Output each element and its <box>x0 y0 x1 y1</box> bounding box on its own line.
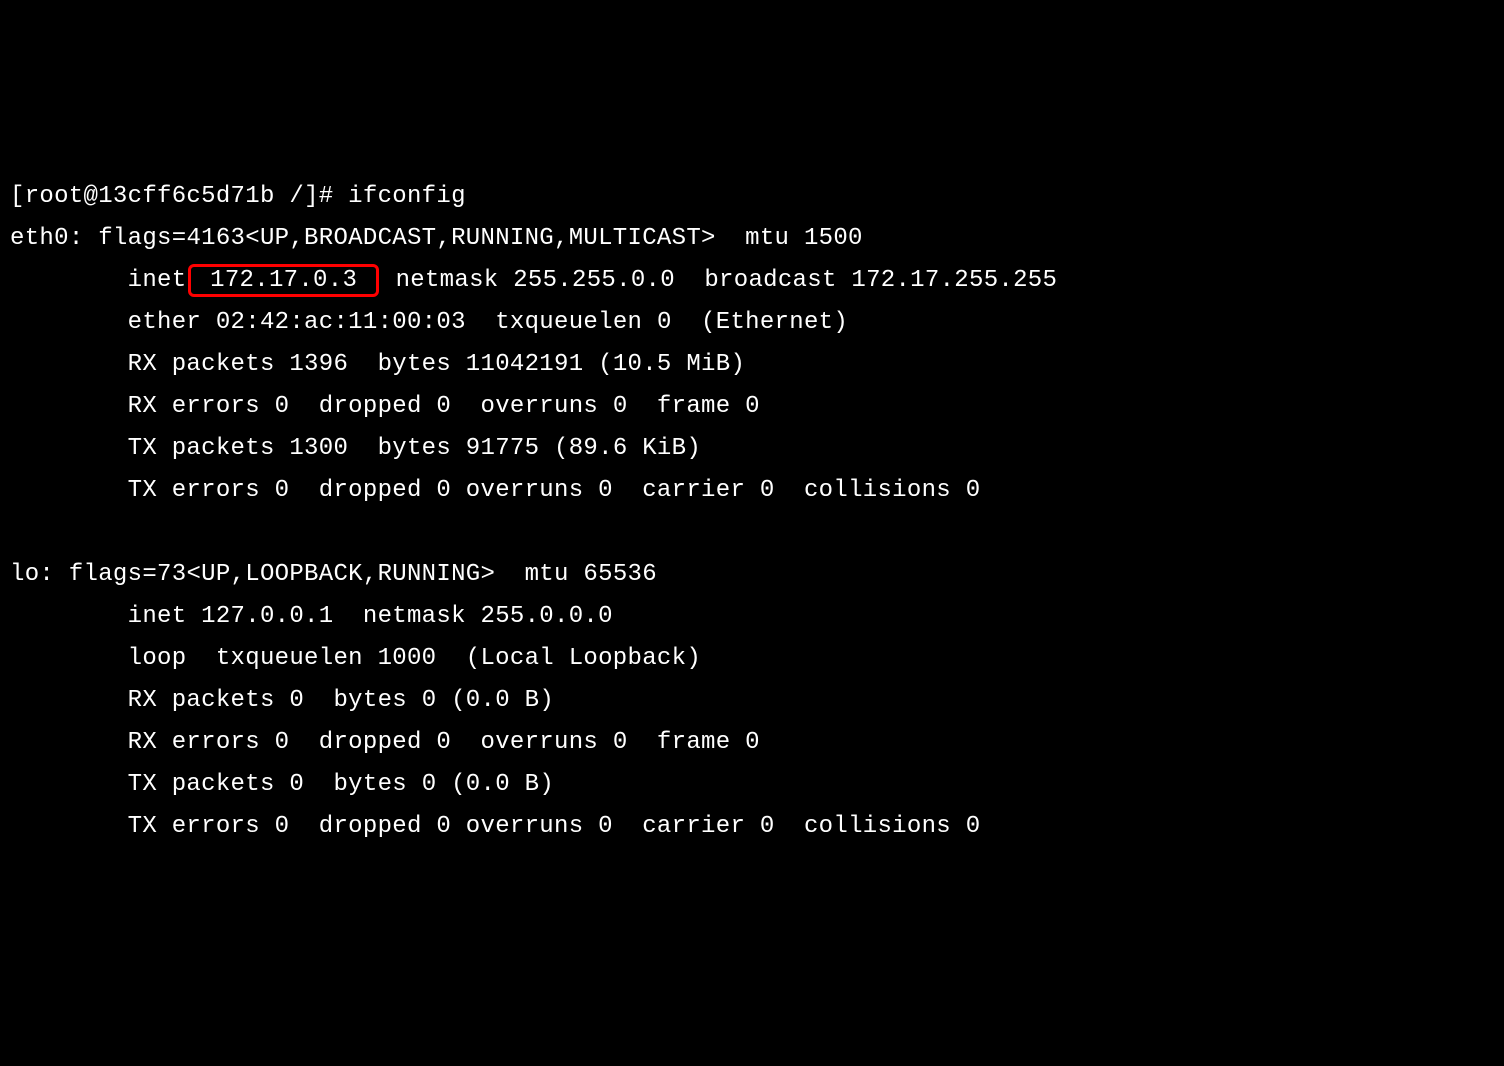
lo-flags-num: 73 <box>157 561 186 588</box>
eth0-tx-bytes-human: 89.6 KiB <box>569 435 687 462</box>
lo-netmask: 255.0.0.0 <box>481 603 613 630</box>
prompt-path: / <box>289 183 304 210</box>
eth0-rx-bytes: 11042191 <box>466 351 584 378</box>
eth0-inet-highlight: 172.17.0.3 <box>188 264 378 297</box>
eth0-tx-carrier: 0 <box>760 477 775 504</box>
eth0-rx-frame: 0 <box>745 393 760 420</box>
lo-tx-packets: 0 <box>289 771 304 798</box>
lo-tx-collisions: 0 <box>966 813 981 840</box>
lo-tx-bytes: 0 <box>422 771 437 798</box>
eth0-rx-errors: 0 <box>275 393 290 420</box>
eth0-link-type: Ethernet <box>716 309 834 336</box>
eth0-inet: 172.17.0.3 <box>210 267 357 294</box>
lo-tx-carrier: 0 <box>760 813 775 840</box>
lo-tx-dropped: 0 <box>436 813 451 840</box>
terminal-output[interactable]: [root@13cff6c5d71b /]# ifconfig eth0: fl… <box>10 176 1494 848</box>
eth0-rx-overruns: 0 <box>613 393 628 420</box>
eth0-mtu: 1500 <box>804 225 863 252</box>
lo-rx-errors: 0 <box>275 729 290 756</box>
iface-lo-name: lo <box>10 561 39 588</box>
eth0-rx-bytes-human: 10.5 MiB <box>613 351 731 378</box>
lo-tx-errors: 0 <box>275 813 290 840</box>
lo-rx-overruns: 0 <box>613 729 628 756</box>
eth0-rx-packets: 1396 <box>289 351 348 378</box>
lo-rx-frame: 0 <box>745 729 760 756</box>
eth0-netmask: 255.255.0.0 <box>513 267 675 294</box>
iface-eth0-name: eth0 <box>10 225 69 252</box>
eth0-broadcast: 172.17.255.255 <box>851 267 1057 294</box>
prompt-host: 13cff6c5d71b <box>98 183 274 210</box>
lo-tx-overruns: 0 <box>598 813 613 840</box>
eth0-tx-overruns: 0 <box>598 477 613 504</box>
lo-inet: 127.0.0.1 <box>201 603 333 630</box>
eth0-rx-dropped: 0 <box>436 393 451 420</box>
eth0-flags-num: 4163 <box>186 225 245 252</box>
command: ifconfig <box>348 183 466 210</box>
lo-flags-list: UP,LOOPBACK,RUNNING <box>201 561 480 588</box>
lo-mtu: 65536 <box>583 561 657 588</box>
eth0-flags-list: UP,BROADCAST,RUNNING,MULTICAST <box>260 225 701 252</box>
lo-rx-bytes-human: 0.0 B <box>466 687 540 714</box>
lo-rx-bytes: 0 <box>422 687 437 714</box>
eth0-tx-bytes: 91775 <box>466 435 540 462</box>
prompt-symbol: # <box>319 183 334 210</box>
eth0-tx-collisions: 0 <box>966 477 981 504</box>
lo-tx-bytes-human: 0.0 B <box>466 771 540 798</box>
lo-txqueuelen: 1000 <box>378 645 437 672</box>
lo-rx-dropped: 0 <box>436 729 451 756</box>
eth0-tx-dropped: 0 <box>436 477 451 504</box>
lo-link-type: Local Loopback <box>480 645 686 672</box>
prompt-user: root <box>25 183 84 210</box>
eth0-txqueuelen: 0 <box>657 309 672 336</box>
eth0-tx-packets: 1300 <box>289 435 348 462</box>
eth0-ether: 02:42:ac:11:00:03 <box>216 309 466 336</box>
lo-rx-packets: 0 <box>289 687 304 714</box>
eth0-tx-errors: 0 <box>275 477 290 504</box>
